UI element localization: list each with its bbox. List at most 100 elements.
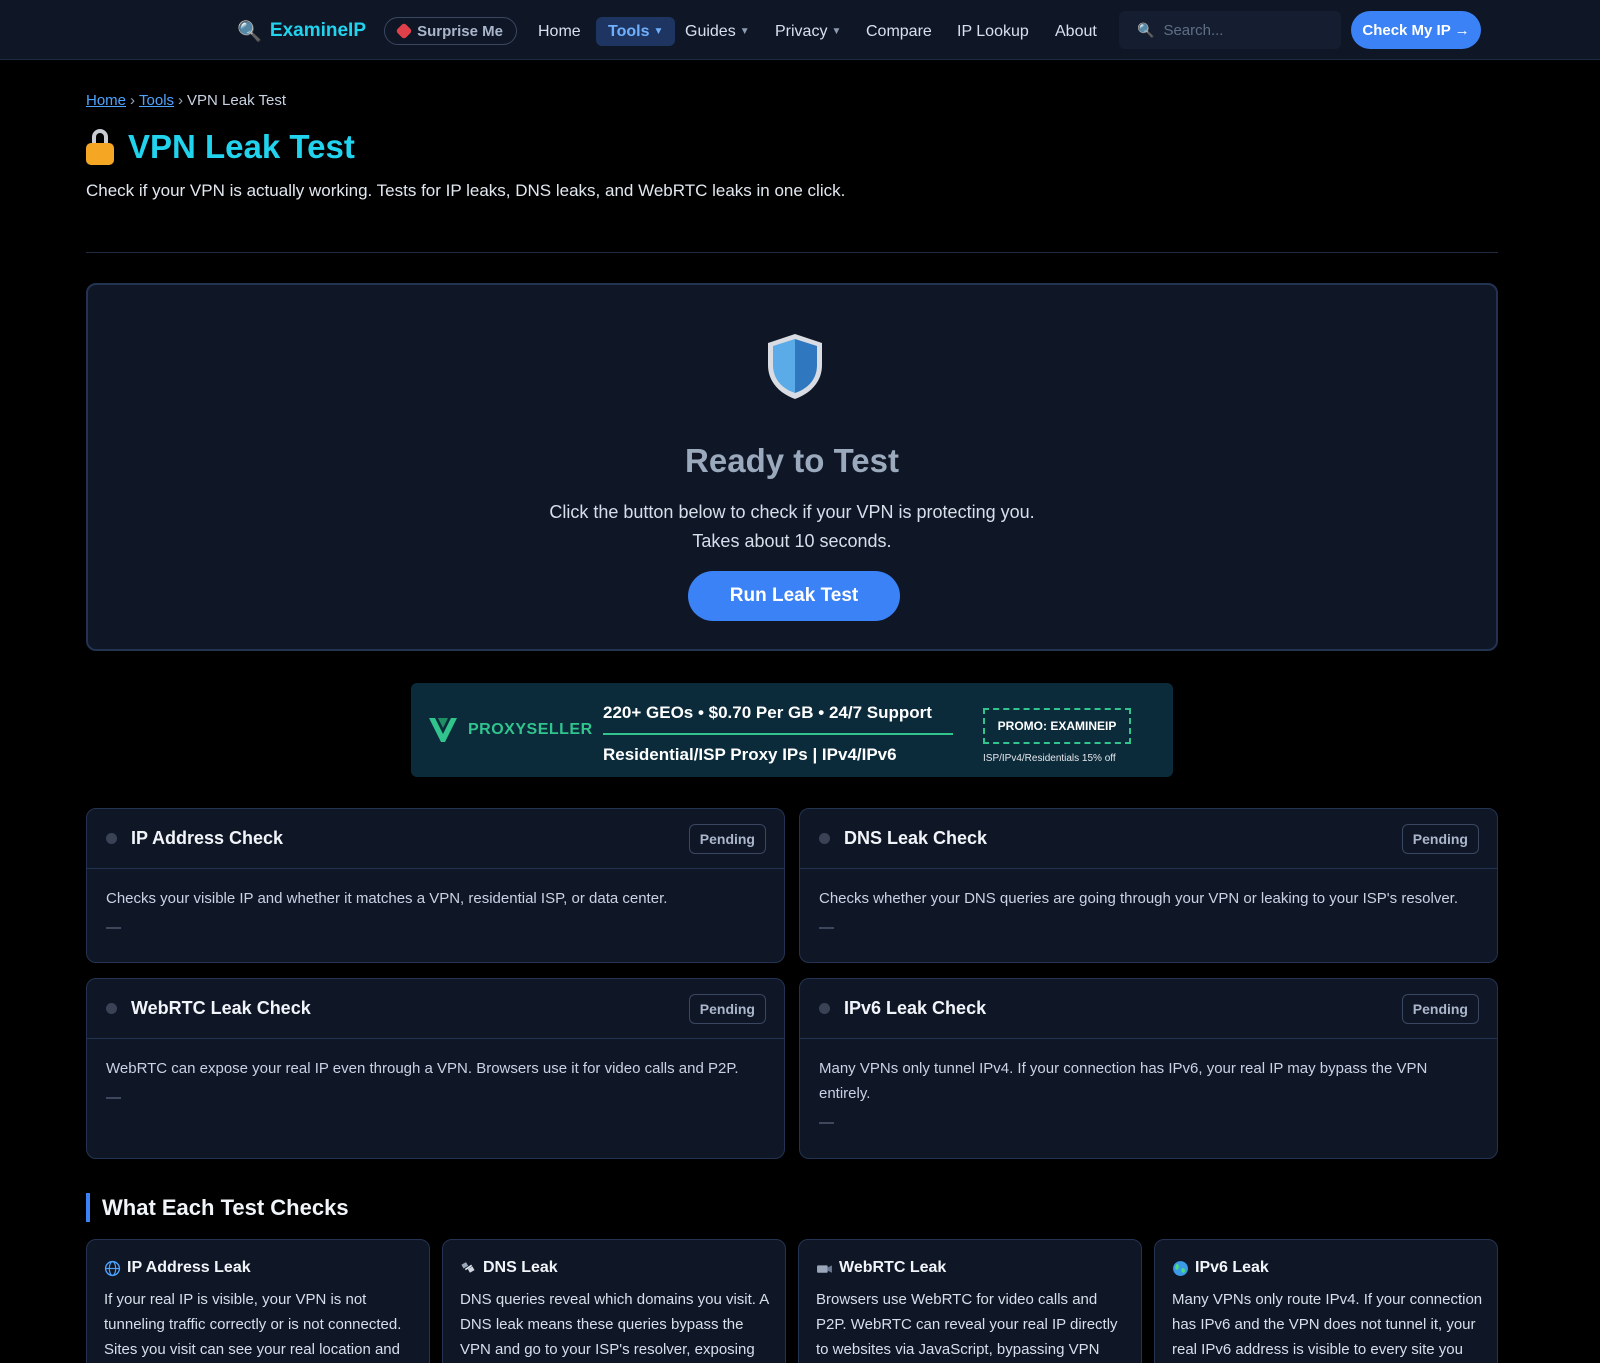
info-card-title: IPv6 Leak bbox=[1195, 1259, 1269, 1276]
breadcrumb-home-link[interactable]: Home bbox=[86, 92, 126, 109]
search-icon: 🔍 bbox=[1137, 21, 1155, 38]
page-title: VPN Leak Test bbox=[86, 128, 355, 166]
info-card-header: IPv6 Leak bbox=[1172, 1259, 1269, 1277]
info-card-dns: DNS Leak DNS queries reveal which domain… bbox=[442, 1239, 786, 1363]
status-dot-icon bbox=[819, 833, 830, 844]
check-result: — bbox=[819, 919, 834, 936]
check-description: Checks your visible IP and whether it ma… bbox=[106, 890, 668, 907]
check-description: WebRTC can expose your real IP even thro… bbox=[106, 1060, 739, 1077]
divider bbox=[86, 252, 1498, 253]
breadcrumb-separator: › bbox=[178, 92, 184, 109]
breadcrumb-current: VPN Leak Test bbox=[187, 92, 286, 109]
nav-ip-lookup[interactable]: IP Lookup bbox=[957, 17, 1029, 46]
globe-icon bbox=[104, 1260, 121, 1276]
brand-name: ExamineIP bbox=[269, 20, 367, 41]
webrtc-leak-check-card: WebRTC Leak Check Pending WebRTC can exp… bbox=[86, 978, 785, 1159]
ip-address-check-card: IP Address Check Pending Checks your vis… bbox=[86, 808, 785, 963]
check-result: — bbox=[106, 919, 121, 936]
nav-compare[interactable]: Compare bbox=[866, 17, 932, 46]
test-panel: Ready to Test Click the button below to … bbox=[86, 283, 1498, 651]
search-input[interactable]: 🔍 Search... bbox=[1119, 11, 1341, 49]
nav-guides-label: Guides bbox=[685, 23, 736, 40]
nav-ip-lookup-label: IP Lookup bbox=[957, 23, 1029, 40]
info-card-webrtc: WebRTC Leak Browsers use WebRTC for vide… bbox=[798, 1239, 1142, 1363]
chevron-down-icon: ▼ bbox=[653, 26, 664, 37]
check-title: WebRTC Leak Check bbox=[131, 998, 311, 1018]
nav-privacy-label: Privacy bbox=[775, 23, 828, 40]
ad-headline: 220+ GEOs • $0.70 Per GB • 24/7 Support bbox=[603, 703, 932, 722]
surprise-me-label: Surprise Me bbox=[417, 22, 503, 40]
status-description-line: Takes about 10 seconds. bbox=[692, 531, 892, 551]
check-card-header: IP Address Check Pending bbox=[87, 809, 784, 869]
ad-subline: Residential/ISP Proxy IPs | IPv4/IPv6 bbox=[603, 745, 897, 764]
info-card-title: WebRTC Leak bbox=[839, 1259, 947, 1276]
surprise-me-button[interactable]: Surprise Me bbox=[384, 17, 517, 45]
ad-brand: PROXYSELLER bbox=[468, 721, 593, 738]
run-leak-test-button[interactable]: Run Leak Test bbox=[688, 571, 900, 621]
info-card-text: Browsers use WebRTC for video calls and … bbox=[816, 1291, 1118, 1358]
check-title: IP Address Check bbox=[131, 828, 284, 848]
dns-leak-check-card: DNS Leak Check Pending Checks whether yo… bbox=[799, 808, 1498, 963]
info-card-text: If your real IP is visible, your VPN is … bbox=[104, 1291, 402, 1358]
check-card-header: DNS Leak Check Pending bbox=[800, 809, 1497, 869]
magnifier-icon: 🔍 bbox=[237, 20, 262, 43]
section-heading: What Each Test Checks bbox=[86, 1193, 349, 1222]
status-dot-icon bbox=[106, 833, 117, 844]
nav-about[interactable]: About bbox=[1055, 17, 1097, 46]
status-badge: Pending bbox=[1401, 994, 1479, 1024]
ad-banner[interactable]: PROXYSELLER 220+ GEOs • $0.70 Per GB • 2… bbox=[411, 683, 1173, 777]
check-title: IPv6 Leak Check bbox=[844, 998, 987, 1018]
nav-about-label: About bbox=[1055, 23, 1097, 40]
nav-home-label: Home bbox=[538, 23, 581, 40]
info-card-header: WebRTC Leak bbox=[816, 1259, 946, 1277]
dice-icon bbox=[395, 22, 413, 40]
nav-tools-label: Tools bbox=[608, 23, 650, 40]
info-card-header: IP Address Leak bbox=[104, 1259, 251, 1277]
ad-logo: PROXYSELLER bbox=[428, 716, 593, 744]
status-badge: Pending bbox=[1401, 824, 1479, 854]
info-card-title: IP Address Leak bbox=[127, 1259, 251, 1276]
search-placeholder: Search... bbox=[1163, 21, 1224, 39]
top-navbar: 🔍 ExamineIP Surprise Me Home Tools ▼ Guid… bbox=[0, 0, 1600, 60]
status-dot-icon bbox=[819, 1003, 830, 1014]
proxyseller-logo-icon bbox=[429, 718, 457, 742]
earth-icon bbox=[1173, 1260, 1188, 1276]
info-card-ipv6: IPv6 Leak Many VPNs only route IPv4. If … bbox=[1154, 1239, 1498, 1363]
satellite-icon bbox=[461, 1261, 475, 1273]
nav-home[interactable]: Home bbox=[538, 17, 581, 46]
info-card-ip: IP Address Leak If your real IP is visib… bbox=[86, 1239, 430, 1363]
ad-divider bbox=[603, 733, 953, 735]
breadcrumb-separator: › bbox=[130, 92, 136, 109]
ad-promo-code: PROMO: EXAMINEIP bbox=[983, 708, 1131, 744]
status-title: Ready to Test bbox=[685, 442, 899, 479]
check-description: Many VPNs only tunnel IPv4. If your conn… bbox=[819, 1060, 1428, 1102]
info-card-text: DNS queries reveal which domains you vis… bbox=[460, 1291, 769, 1358]
shield-icon bbox=[768, 334, 822, 399]
chevron-down-icon: ▼ bbox=[831, 26, 842, 37]
check-description: Checks whether your DNS queries are goin… bbox=[819, 890, 1459, 907]
check-card-header: WebRTC Leak Check Pending bbox=[87, 979, 784, 1039]
info-card-title: DNS Leak bbox=[483, 1259, 558, 1276]
check-result: — bbox=[106, 1089, 121, 1106]
nav-compare-label: Compare bbox=[866, 23, 932, 40]
ipv6-leak-check-card: IPv6 Leak Check Pending Many VPNs only t… bbox=[799, 978, 1498, 1159]
lock-icon bbox=[86, 129, 114, 165]
nav-privacy[interactable]: Privacy ▼ bbox=[775, 17, 841, 46]
video-camera-icon bbox=[817, 1264, 832, 1273]
nav-tools[interactable]: Tools ▼ bbox=[596, 17, 676, 46]
check-card-header: IPv6 Leak Check Pending bbox=[800, 979, 1497, 1039]
status-badge: Pending bbox=[688, 994, 766, 1024]
check-my-ip-button[interactable]: Check My IP → bbox=[1351, 11, 1481, 49]
breadcrumb: Home › Tools › VPN Leak Test bbox=[86, 92, 286, 109]
page-title-text: VPN Leak Test bbox=[128, 128, 355, 165]
check-title: DNS Leak Check bbox=[844, 828, 988, 848]
ad-fineprint: ISP/IPv4/Residentials 15% off bbox=[983, 753, 1116, 764]
breadcrumb-tools-link[interactable]: Tools bbox=[139, 92, 174, 109]
nav-guides[interactable]: Guides ▼ bbox=[685, 17, 750, 46]
status-badge: Pending bbox=[688, 824, 766, 854]
info-card-header: DNS Leak bbox=[460, 1259, 558, 1277]
check-result: — bbox=[819, 1114, 834, 1131]
page-subtitle: Check if your VPN is actually working. T… bbox=[86, 181, 846, 200]
status-description-line: Click the button below to check if your … bbox=[549, 502, 1035, 522]
brand-logo[interactable]: 🔍 ExamineIP bbox=[237, 18, 366, 44]
